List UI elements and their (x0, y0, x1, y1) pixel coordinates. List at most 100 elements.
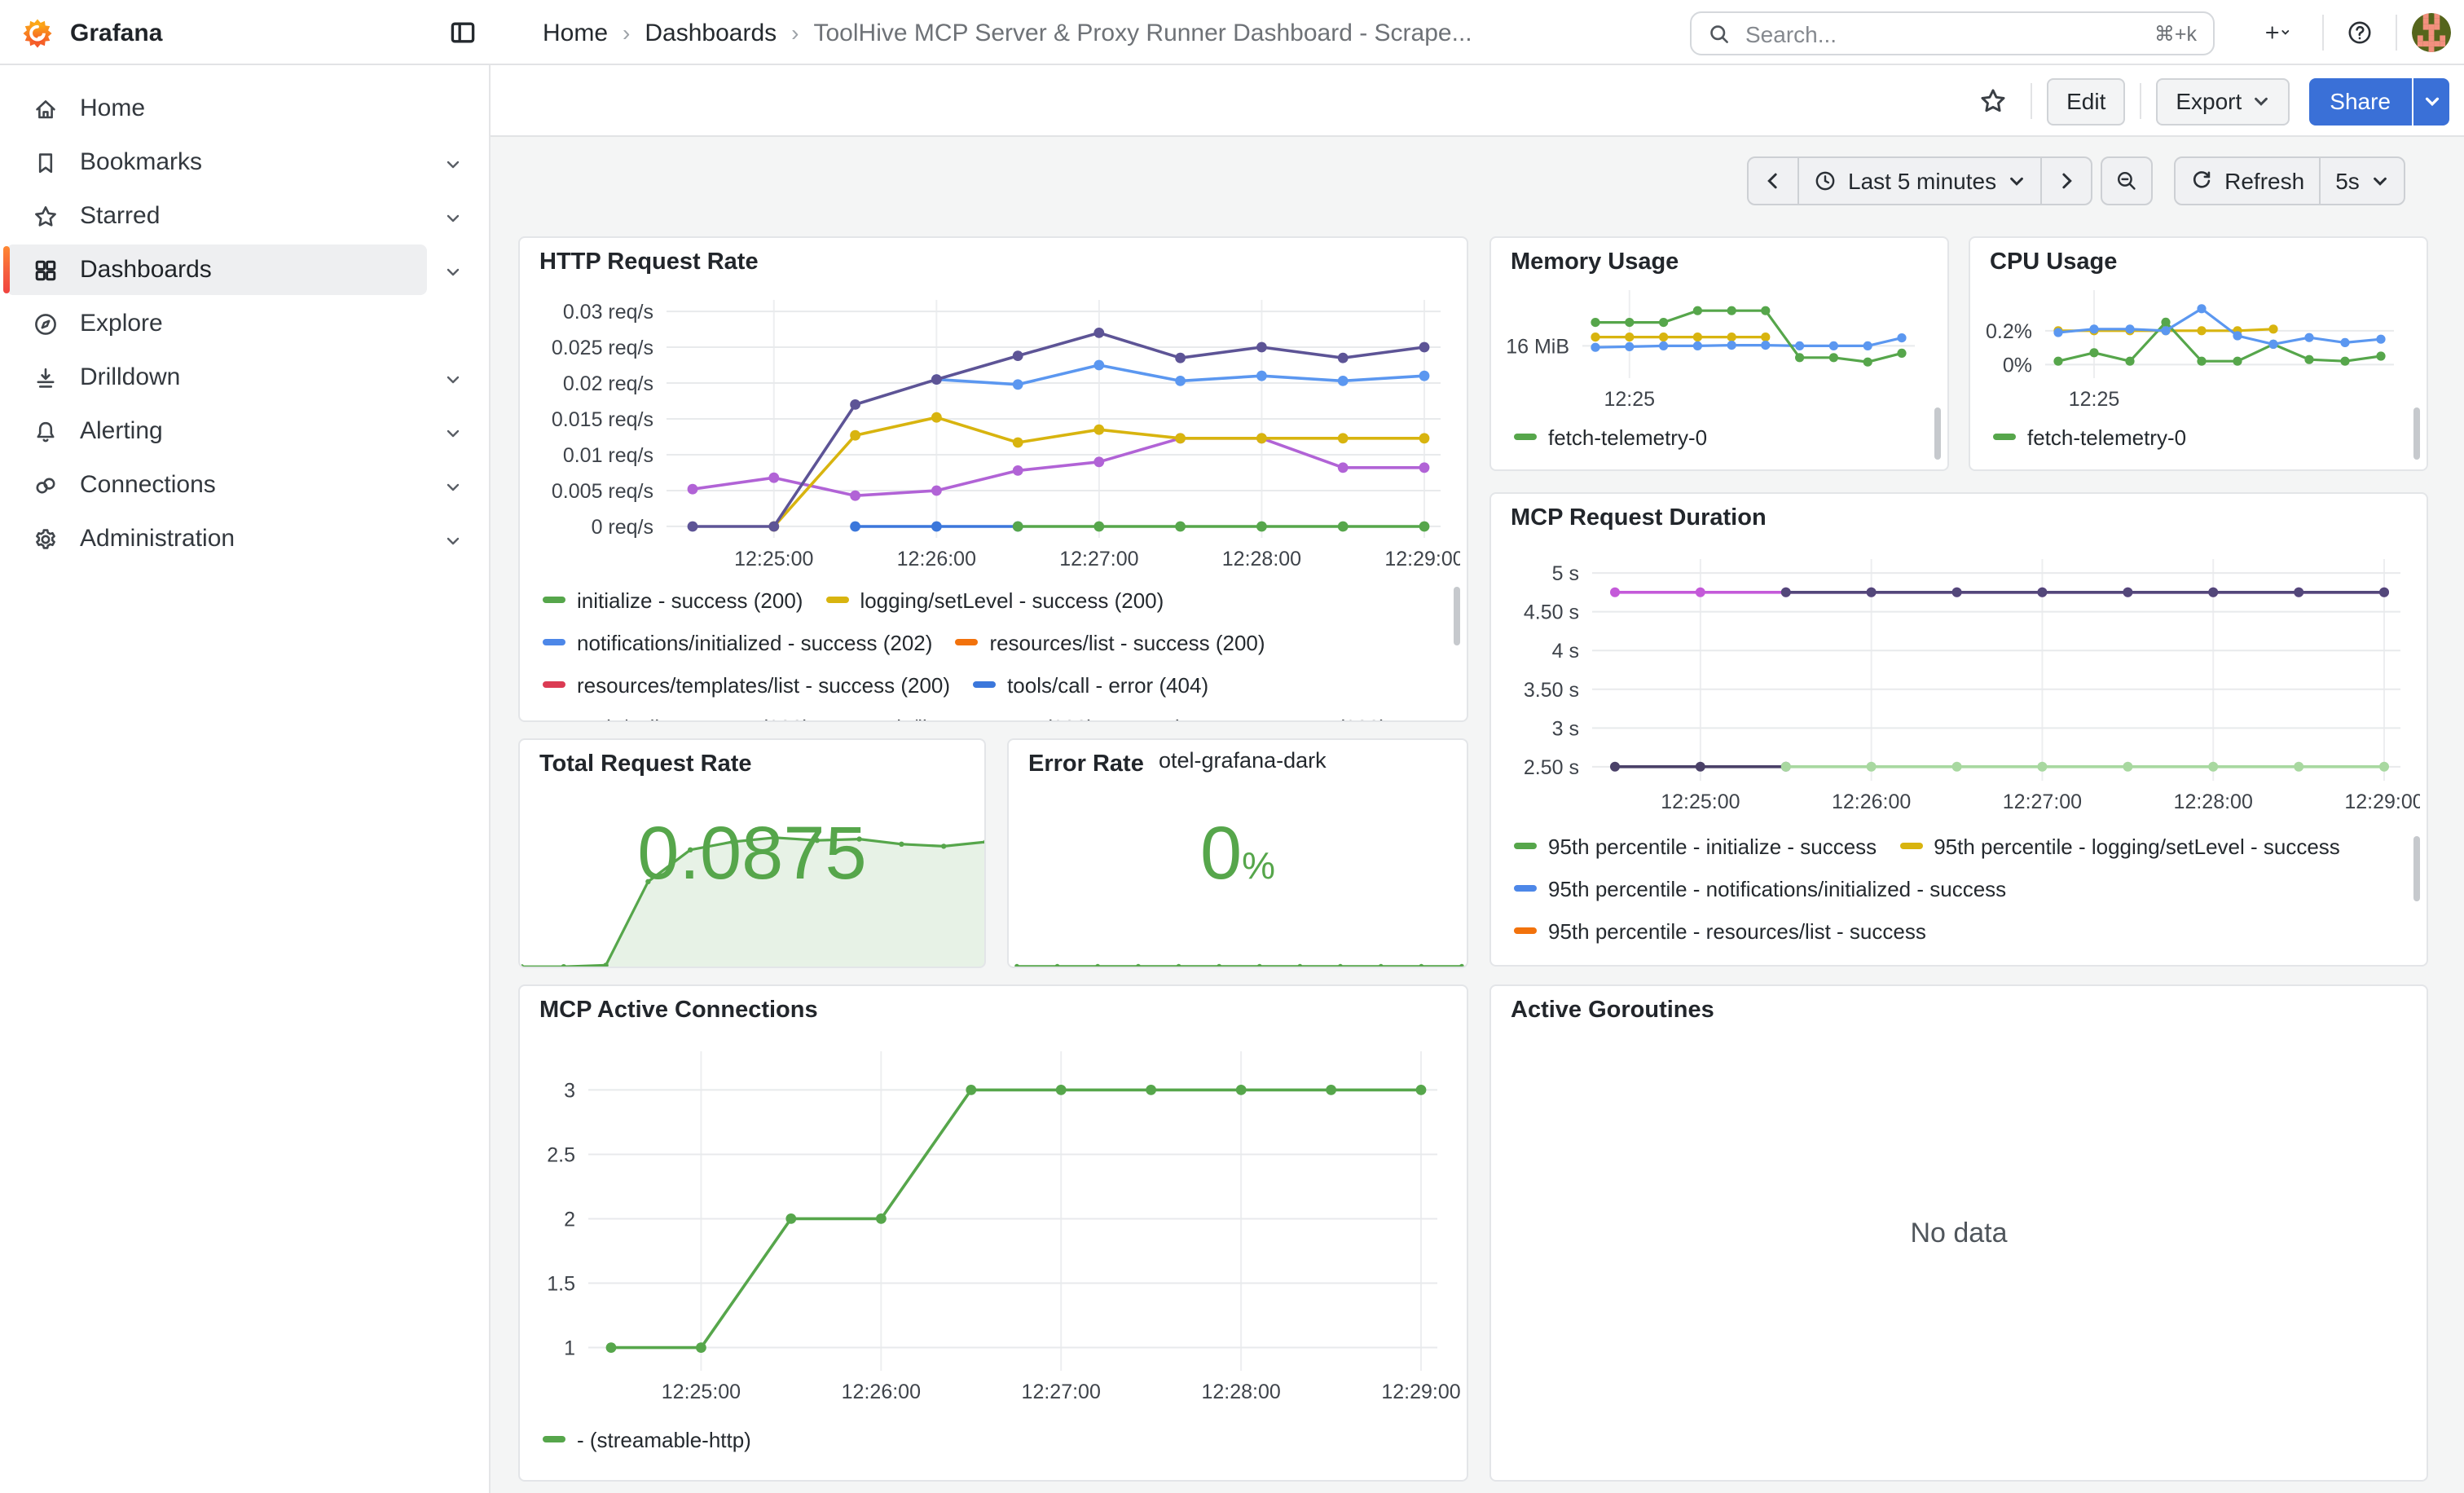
legend-item[interactable]: resources/list - success (200) (955, 626, 1265, 658)
breadcrumb-item[interactable]: Home (543, 19, 608, 46)
sidebar: Home BookmarksStarredDashboardsExplore Dri… (0, 65, 491, 1493)
sidebar-item-alerting[interactable]: Alerting (0, 404, 489, 458)
help-icon[interactable] (2339, 11, 2381, 54)
legend-scrollbar[interactable] (1934, 407, 1941, 460)
total-request-rate-value: 0.0875 (520, 815, 984, 890)
time-forward-button[interactable] (2040, 158, 2091, 204)
share-button[interactable]: Share (2308, 77, 2412, 125)
panel-title[interactable]: HTTP Request Rate (539, 249, 759, 275)
legend-item[interactable]: 95th percentile - resources/templates/li… (1514, 957, 2024, 967)
sidebar-item-label: Connections (80, 471, 216, 499)
panel-title[interactable]: CPU Usage (1990, 249, 2117, 275)
sidebar-item-label: Drilldown (80, 363, 180, 391)
legend-item[interactable]: 95th percentile - notifications/initiali… (1514, 872, 2006, 905)
error-rate-sparkline[interactable] (1010, 947, 1468, 968)
connections-icon (33, 472, 59, 498)
sidebar-item-home[interactable]: Home (0, 81, 489, 135)
chevron-down-icon (443, 206, 463, 226)
refresh-icon (2190, 170, 2213, 192)
legend-item[interactable]: notifications/initialized - success (202… (543, 626, 932, 658)
svg-text:5 s: 5 s (1552, 562, 1579, 585)
avatar[interactable] (2412, 13, 2451, 52)
http-request-rate-chart[interactable]: 0 req/s0.005 req/s0.01 req/s0.015 req/s0… (530, 280, 1460, 580)
sidebar-item-drilldown[interactable]: Drilldown (0, 350, 489, 404)
zoom-out-button[interactable] (2102, 158, 2151, 204)
panel-mcp-request-duration: MCP Request Duration 5 s4.50 s4 s3.50 s3… (1489, 492, 2428, 967)
legend-item[interactable]: 95th percentile - resources/list - succe… (1514, 914, 1926, 947)
legend-scrollbar[interactable] (1454, 587, 1460, 645)
legend-item[interactable]: 95th percentile - initialize - success (1514, 830, 1877, 862)
mcp-request-duration-chart[interactable]: 5 s4.50 s4 s3.50 s3 s2.50 s12:25:0012:26… (1501, 536, 2420, 823)
refresh-button[interactable]: Refresh (2176, 158, 2319, 204)
legend-item[interactable]: 95th percentile - logging/setLevel - suc… (1899, 830, 2340, 862)
legend-scrollbar[interactable] (2413, 836, 2420, 901)
panel-memory-usage: Memory Usage 16 MiB12:25 fetch-telemetry… (1489, 236, 1949, 471)
svg-text:12:25: 12:25 (1604, 388, 1655, 411)
time-range-picker[interactable]: Last 5 minutes (1797, 158, 2040, 204)
svg-text:12:29:00: 12:29:00 (1381, 1381, 1460, 1403)
sidebar-item-label: Home (80, 95, 145, 122)
legend-item[interactable]: tools/list - success (200) (833, 711, 1094, 722)
drilldown-icon (33, 364, 59, 390)
legend-item[interactable]: tools/call - success (200) (543, 711, 810, 722)
brand[interactable]: Grafana (20, 15, 162, 51)
share-button-group: Share (2308, 77, 2449, 125)
sidebar-item-dashboards[interactable]: Dashboards (0, 243, 489, 297)
panel-title[interactable]: MCP Request Duration (1511, 505, 1767, 531)
gear-icon (33, 526, 59, 552)
panel-title[interactable]: Error Rate (1028, 751, 1144, 777)
svg-text:12:27:00: 12:27:00 (1059, 548, 1138, 570)
favorite-star-icon[interactable] (1970, 78, 2016, 124)
sidebar-item-starred[interactable]: Starred (0, 189, 489, 243)
panel-title[interactable]: Memory Usage (1511, 249, 1679, 275)
svg-text:1.5: 1.5 (547, 1273, 575, 1296)
breadcrumb: Home›Dashboards›ToolHive MCP Server & Pr… (543, 0, 1472, 65)
edit-button[interactable]: Edit (2047, 77, 2125, 125)
legend-item[interactable]: initialize - success (200) (543, 584, 803, 616)
legend-scrollbar[interactable] (2413, 407, 2420, 460)
legend-item[interactable]: - (streamable-http) (543, 1423, 751, 1456)
clock-icon (1814, 170, 1837, 192)
svg-text:12:29:00: 12:29:00 (2344, 791, 2420, 813)
svg-text:2.50 s: 2.50 s (1524, 756, 1579, 779)
dashboard-toolbar: Edit Export Share (491, 65, 2464, 137)
legend-item[interactable]: logging/setLevel - success (200) (825, 584, 1164, 616)
svg-text:0.03 req/s: 0.03 req/s (563, 301, 653, 324)
legend-item[interactable]: unknown - success (200) (1117, 711, 1387, 722)
export-button[interactable]: Export (2156, 77, 2289, 125)
sidebar-item-label: Administration (80, 525, 235, 553)
sidebar-item-explore[interactable]: Explore (0, 297, 489, 350)
memory-usage-chart[interactable]: 16 MiB12:25 (1498, 277, 1931, 411)
http-legend: initialize - success (200) logging/setLev… (543, 584, 1447, 722)
panel-title[interactable]: Total Request Rate (539, 751, 752, 777)
dock-sidebar-icon[interactable] (448, 18, 477, 47)
sidebar-item-bookmarks[interactable]: Bookmarks (0, 135, 489, 189)
svg-text:12:28:00: 12:28:00 (1201, 1381, 1280, 1403)
share-menu-button[interactable] (2413, 77, 2449, 125)
duration-legend: 95th percentile - initialize - success 95… (1514, 830, 2407, 967)
legend-item[interactable]: fetch-telemetry-0 (1514, 421, 1707, 453)
svg-text:12:28:00: 12:28:00 (1222, 548, 1301, 570)
sidebar-item-administration[interactable]: Administration (0, 512, 489, 566)
cpu-usage-chart[interactable]: 0.2%0%12:25 (1977, 277, 2410, 411)
chevron-down-icon (443, 421, 463, 441)
legend-color-chip (543, 597, 565, 603)
legend-item[interactable]: fetch-telemetry-0 (1993, 421, 2186, 453)
legend-item[interactable]: tools/call - error (404) (973, 668, 1208, 701)
breadcrumb-item[interactable]: Dashboards (645, 19, 777, 46)
panel-http-request-rate: HTTP Request Rate 0 req/s0.005 req/s0.01… (518, 236, 1468, 722)
time-back-button[interactable] (1749, 158, 1797, 204)
svg-text:0%: 0% (2003, 354, 2032, 377)
panel-title[interactable]: MCP Active Connections (539, 998, 818, 1024)
search-box[interactable]: ⌘+k (1690, 11, 2215, 55)
refresh-interval-picker[interactable]: 5s (2319, 158, 2404, 204)
legend-item[interactable]: resources/templates/list - success (200) (543, 668, 950, 701)
sidebar-item-connections[interactable]: Connections (0, 458, 489, 512)
panel-error-rate: Error Rate otel-grafana-dark 0% (1007, 738, 1468, 968)
search-input[interactable] (1742, 19, 2143, 48)
add-button[interactable] (2246, 11, 2308, 54)
svg-text:1: 1 (564, 1337, 575, 1360)
mcp-active-connections-chart[interactable]: 11.522.5312:25:0012:26:0012:27:0012:28:0… (530, 1028, 1460, 1413)
connections-legend: - (streamable-http) (543, 1423, 1447, 1462)
chevron-left-icon (1762, 170, 1784, 192)
